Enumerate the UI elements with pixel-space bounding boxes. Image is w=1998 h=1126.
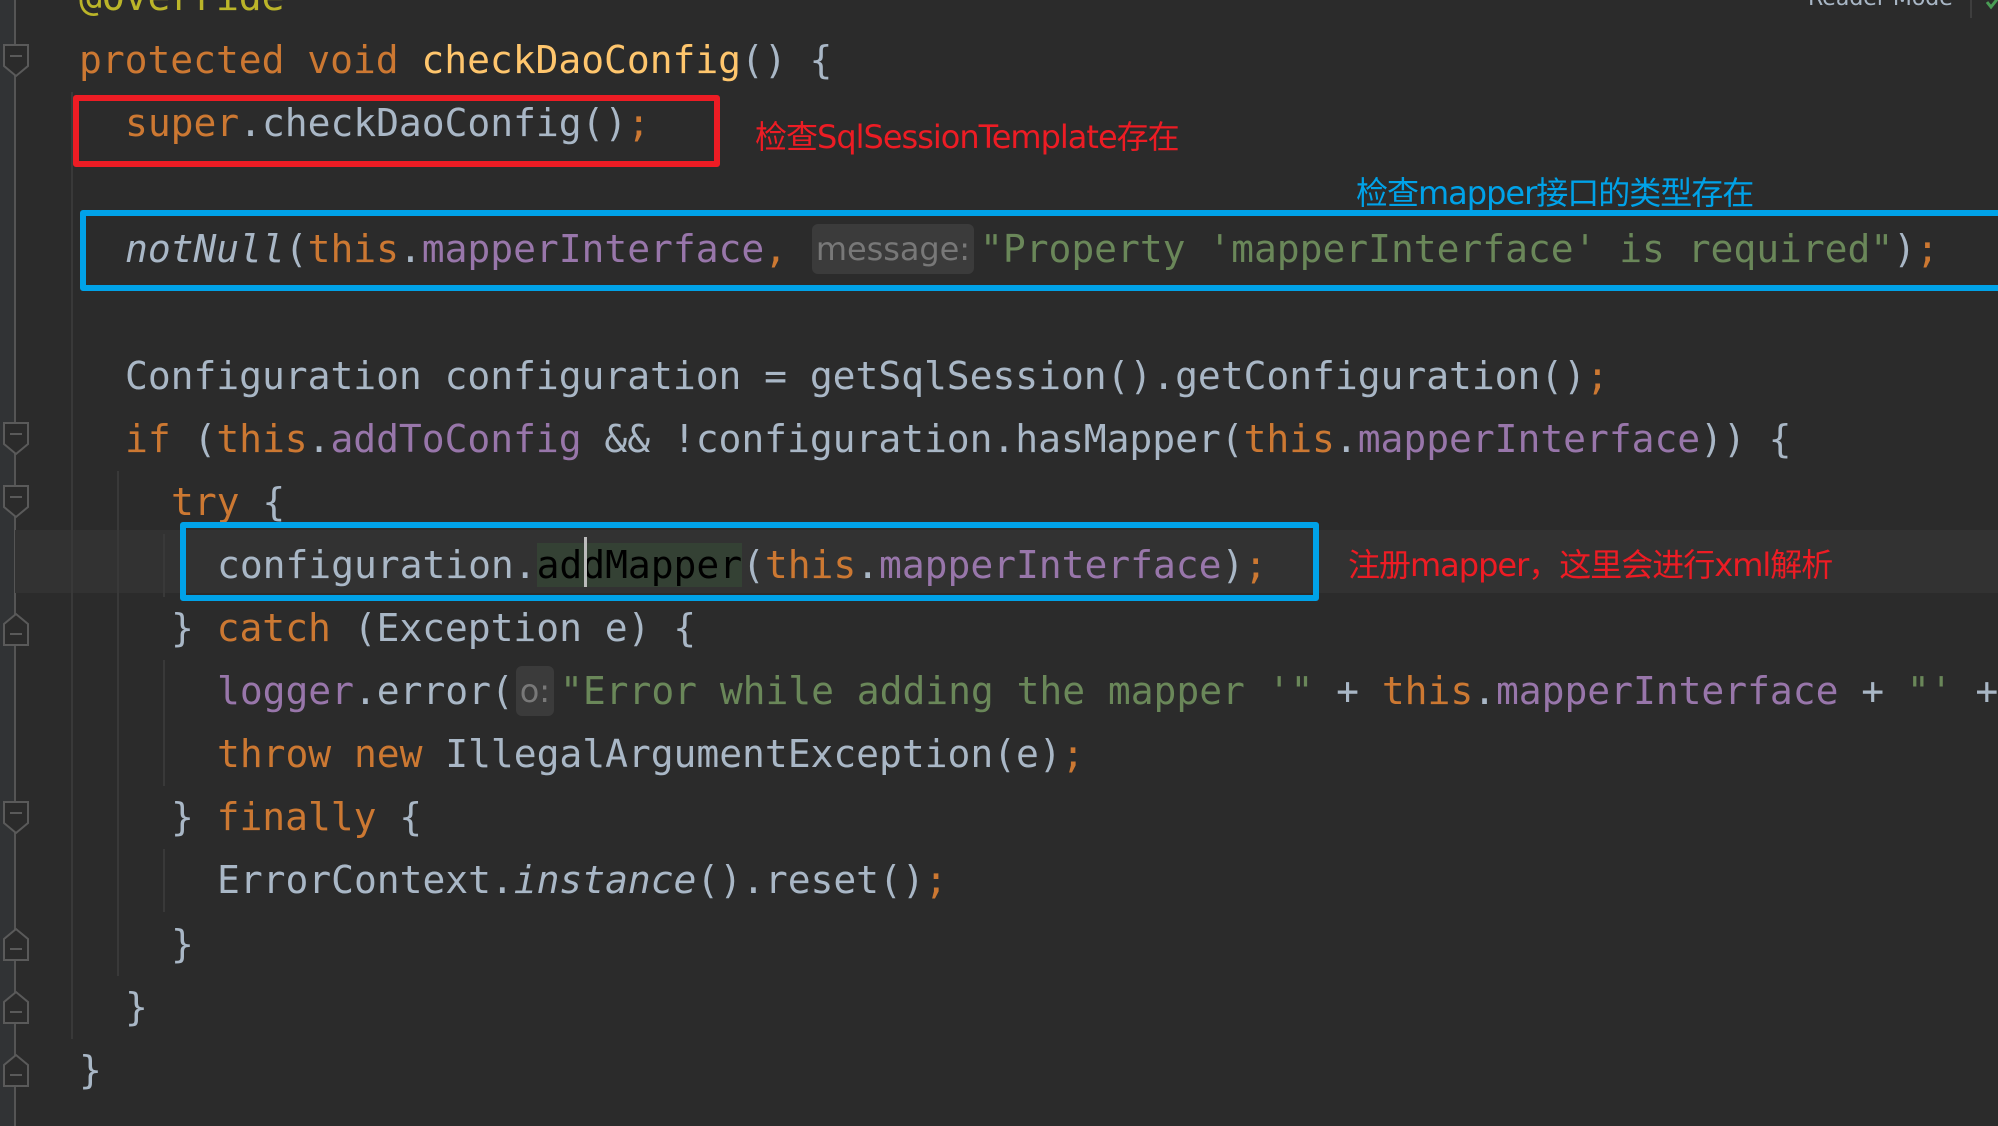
indent-guide: [163, 849, 165, 913]
code-line[interactable]: }: [171, 913, 194, 976]
code-token: mapperInterface: [1357, 416, 1701, 461]
code-line[interactable]: @Override: [79, 0, 285, 29]
code-line[interactable]: throw new IllegalArgumentException(e);: [217, 723, 1085, 786]
code-line[interactable]: protected void checkDaoConfig() {: [79, 29, 832, 92]
code-line[interactable]: } finally {: [171, 786, 422, 849]
annotation-text-check-sqlsession: 检查SqlSessionTemplate存在: [755, 118, 1180, 156]
code-token: ;: [1061, 732, 1085, 777]
code-token: {: [262, 479, 286, 524]
fold-collapse-icon[interactable]: [3, 422, 29, 456]
code-line[interactable]: }: [79, 1039, 102, 1102]
parameter-hint: o:: [515, 666, 555, 717]
code-token: "Error while adding the mapper '": [560, 669, 1314, 714]
code-token: +: [1313, 669, 1382, 714]
code-token: if: [125, 416, 194, 461]
code-line[interactable]: Configuration configuration = getSqlSess…: [125, 345, 1609, 408]
code-token: .: [1334, 416, 1358, 461]
code-token: .: [1473, 669, 1496, 714]
code-token: addToConfig: [330, 416, 582, 461]
code-token: {: [399, 795, 423, 840]
indent-guide: [163, 660, 165, 787]
annotation-box-super-call: [73, 95, 720, 167]
code-token: this: [1381, 669, 1474, 714]
code-token: ;: [924, 858, 948, 903]
annotation-text-check-mapper-type: 检查mapper接口的类型存在: [1356, 174, 1754, 212]
code-token: this: [216, 416, 308, 461]
code-token: @Override: [79, 0, 285, 19]
fold-end-icon[interactable]: [3, 927, 29, 962]
code-line[interactable]: }: [125, 976, 148, 1039]
code-token: protected void: [79, 38, 422, 83]
code-token: "': [1906, 669, 1976, 714]
indent-guide: [71, 92, 73, 1039]
code-token: IllegalArgumentException(e): [445, 732, 1062, 777]
code-token: (Exception e) {: [353, 606, 697, 650]
code-token: () {: [741, 38, 833, 83]
code-token: finally: [216, 795, 400, 840]
fold-collapse-icon[interactable]: [3, 485, 29, 519]
code-token: ().reset(): [696, 858, 925, 903]
code-token: ;: [1586, 353, 1609, 398]
code-token: try: [171, 479, 263, 524]
fold-end-icon[interactable]: [3, 612, 29, 646]
annotation-box-notnull-check: [80, 210, 1998, 291]
code-token: instance: [513, 858, 697, 903]
fold-collapse-icon[interactable]: [3, 43, 29, 78]
toolbar-separator: [1970, 0, 1972, 18]
code-token: }: [125, 984, 148, 1029]
code-token: }: [171, 606, 217, 650]
code-line[interactable]: } catch (Exception e) {: [171, 597, 696, 660]
code-token: && !configuration.hasMapper(: [581, 416, 1244, 461]
code-token: )) {: [1700, 416, 1792, 461]
code-token: ErrorContext.: [217, 858, 514, 903]
code-line[interactable]: if (this.addToConfig && !configuration.h…: [125, 408, 1792, 471]
code-line[interactable]: ErrorContext.instance().reset();: [217, 849, 948, 912]
code-token: +: [1975, 669, 1998, 714]
code-token: .error(: [353, 669, 514, 714]
fold-collapse-icon[interactable]: [3, 800, 29, 835]
code-token: Configuration configuration = getSqlSess…: [125, 353, 1586, 398]
code-token: logger: [217, 669, 354, 714]
annotation-text-register-mapper: 注册mapper，这里会进行xml解析: [1348, 546, 1833, 584]
code-token: }: [79, 1047, 102, 1092]
fold-end-icon[interactable]: [3, 1053, 29, 1088]
code-token: mapperInterface: [1495, 669, 1839, 714]
code-token: .: [307, 416, 331, 461]
code-token: +: [1838, 669, 1907, 714]
reader-mode-button[interactable]: Reader Mode: [1808, 0, 1953, 11]
indent-guide: [117, 470, 119, 976]
code-token: this: [1243, 416, 1335, 461]
fold-end-icon[interactable]: [3, 990, 29, 1025]
code-token: catch: [216, 606, 354, 650]
code-token: checkDaoConfig: [421, 38, 742, 83]
code-token: }: [171, 795, 217, 840]
code-token: }: [171, 921, 194, 966]
code-token: throw new: [217, 732, 446, 777]
code-line[interactable]: logger.error(o: "Error while adding the m…: [217, 660, 1998, 723]
annotation-box-add-mapper: [180, 522, 1319, 601]
indent-guide: [163, 533, 165, 597]
code-token: (: [193, 416, 217, 461]
check-icon[interactable]: [1985, 0, 1998, 16]
